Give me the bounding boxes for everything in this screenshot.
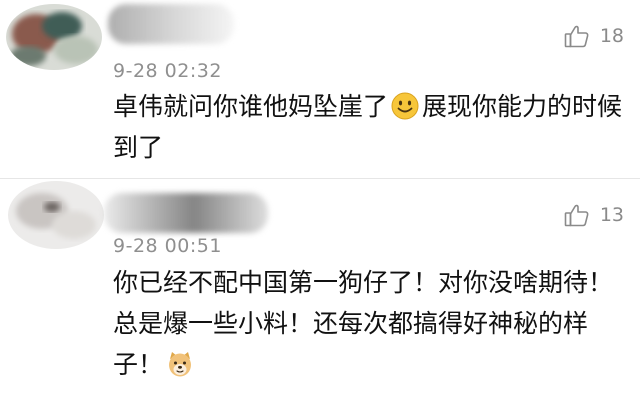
comment-text-part: 卓伟就问你谁他妈坠崖了 <box>113 92 389 121</box>
thumbs-up-icon <box>564 203 590 227</box>
like-count: 18 <box>599 25 624 47</box>
comment-text: 你已经不配中国第一狗仔了！对你没啥期待！总是爆一些小料！还每次都搞得好神秘的样子… <box>113 262 633 385</box>
like-button[interactable]: 13 <box>564 203 624 227</box>
comment-timestamp: 9-28 00:51 <box>113 235 222 257</box>
avatar[interactable] <box>6 4 102 70</box>
avatar[interactable] <box>8 181 104 249</box>
username-redacted <box>104 193 268 233</box>
like-count: 13 <box>599 204 624 226</box>
thumbs-up-icon <box>564 24 590 48</box>
comment-text: 卓伟就问你谁他妈坠崖了 展现你能力的时候到了 <box>113 86 633 168</box>
comment-item: 9-28 00:51 13 你已经不配中国第一狗仔了！对你没啥期待！总是爆一些小… <box>0 179 640 402</box>
like-button[interactable]: 18 <box>564 24 624 48</box>
username-redacted <box>108 4 234 44</box>
smile-emoji-icon <box>391 91 419 120</box>
doge-emoji-icon <box>166 349 194 377</box>
comment-timestamp: 9-28 02:32 <box>113 60 222 82</box>
comment-item: 9-28 02:32 18 卓伟就问你谁他妈坠崖了 展现你能力的时候到了 <box>0 0 640 178</box>
